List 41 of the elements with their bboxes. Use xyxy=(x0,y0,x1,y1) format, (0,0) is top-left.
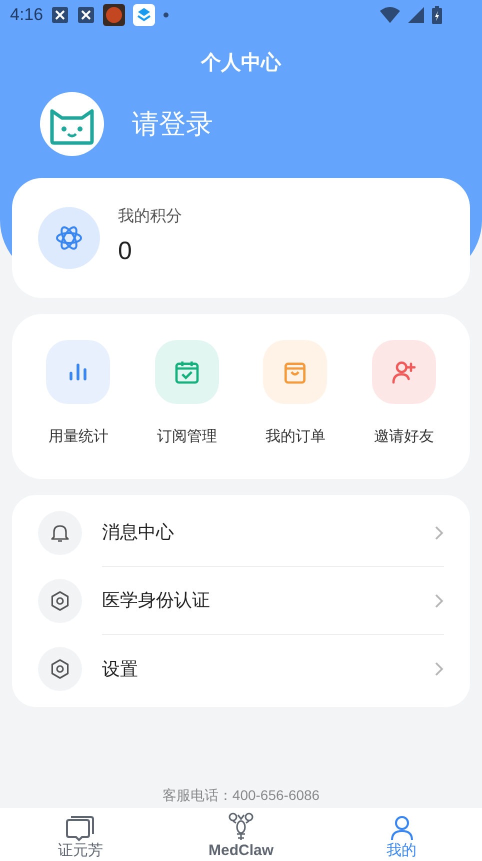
chevron-right-icon xyxy=(434,592,444,608)
app-icon xyxy=(133,4,156,26)
chevron-right-icon xyxy=(434,661,444,677)
menu-label: 消息中心 xyxy=(102,521,175,544)
menu-item[interactable]: 消息中心 xyxy=(38,499,444,567)
tab[interactable]: MedClaw xyxy=(160,808,322,861)
shortcut-label[interactable]: 用量统计 xyxy=(48,426,108,448)
atom-icon xyxy=(38,207,100,269)
tab[interactable]: 证元芳 xyxy=(0,808,161,861)
shortcut-icon-button[interactable] xyxy=(372,340,436,404)
tab[interactable]: 我的 xyxy=(321,808,482,861)
bell-icon xyxy=(38,511,82,555)
person-icon xyxy=(388,814,415,842)
lobster-icon xyxy=(228,812,254,842)
menu-item[interactable]: 设置 xyxy=(38,635,444,703)
gear-icon xyxy=(38,579,82,623)
shortcut-label[interactable]: 邀请好友 xyxy=(374,426,434,448)
hotline-text: 客服电话：400-656-6086 xyxy=(162,786,320,805)
wifi-icon xyxy=(380,7,400,23)
chat-bubbles-icon xyxy=(65,814,96,842)
shortcut-icon-button[interactable] xyxy=(263,340,328,404)
shortcut-label[interactable]: 我的订单 xyxy=(265,426,326,448)
battery-icon xyxy=(432,6,442,24)
shortcut-label[interactable]: 订阅管理 xyxy=(156,426,217,448)
app-icon xyxy=(103,4,126,26)
page-title: 个人中心 xyxy=(201,50,281,76)
status-time: 4:16 xyxy=(10,4,44,26)
shortcut-icon-button[interactable] xyxy=(154,340,219,404)
signal-icon xyxy=(408,7,424,23)
menu-label: 医学身份认证 xyxy=(102,589,211,612)
points-value: 0 xyxy=(118,236,133,268)
menu-label: 设置 xyxy=(102,658,139,680)
cat-avatar-icon[interactable] xyxy=(40,92,104,156)
gear-icon xyxy=(38,647,82,691)
more-dot-icon xyxy=(163,12,170,18)
points-label: 我的积分 xyxy=(118,206,182,228)
notification-icon xyxy=(77,6,96,24)
shortcut-icon-button[interactable] xyxy=(46,340,110,404)
menu-item[interactable]: 医学身份认证 xyxy=(38,567,444,635)
notification-icon xyxy=(51,6,70,24)
chevron-right-icon xyxy=(434,524,444,540)
